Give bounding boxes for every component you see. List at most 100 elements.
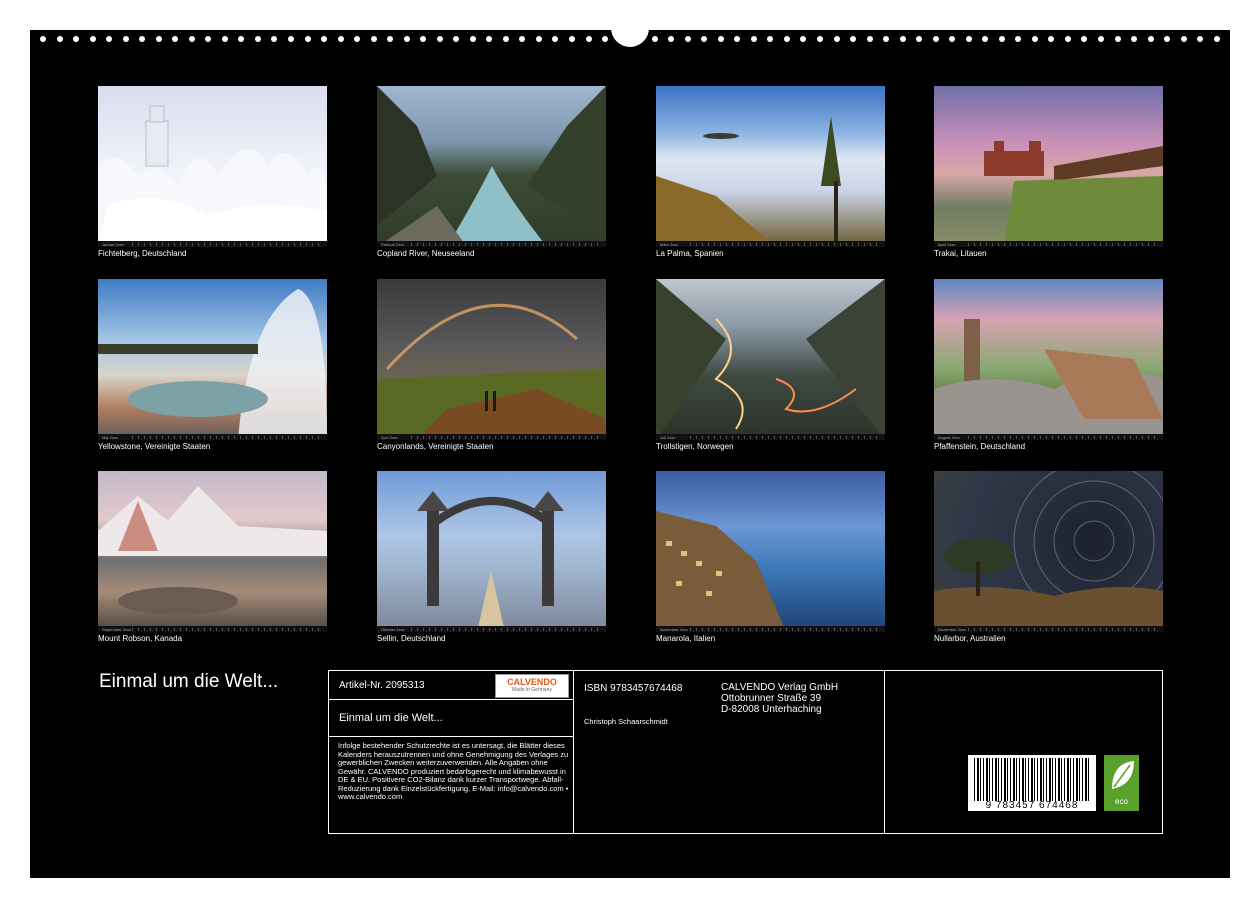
photo-pfaffenstein: August 2xxx	[934, 279, 1163, 440]
binding-hole	[420, 36, 427, 42]
binding-hole	[734, 36, 741, 42]
month-label: Dezember 2xxx	[938, 626, 966, 632]
info-box-middle: ISBN 9783457674468 Christoph Schaarschmi…	[573, 670, 885, 834]
binding-hole	[486, 36, 493, 42]
binding-hole	[932, 36, 939, 42]
binding-hole	[701, 36, 708, 42]
binding-hole	[271, 36, 278, 42]
binding-hole	[370, 36, 377, 42]
month-tile-october: Oktober 2xxx Sellin, Deutschland	[377, 471, 607, 643]
binding-hole	[1164, 36, 1171, 42]
photo-caption: Yellowstone, Vereinigte Staaten	[98, 442, 211, 451]
binding-hole	[519, 36, 526, 42]
photo-sellin: Oktober 2xxx	[377, 471, 606, 632]
publisher-street: Ottobrunner Straße 39	[721, 693, 822, 704]
binding-hole	[387, 36, 394, 42]
binding-hole	[668, 36, 675, 42]
binding-hole	[1031, 36, 1038, 42]
binding-hole	[337, 36, 344, 42]
binding-hole	[73, 36, 80, 42]
binding-hole	[535, 36, 542, 42]
month-tile-june: Juni 2xxx Canyonlands, Vereinigte Staate…	[377, 279, 607, 451]
photo-caption: Nullarbor, Australien	[934, 634, 1006, 643]
month-label: Mai 2xxx	[102, 434, 118, 440]
binding-hole	[1180, 36, 1187, 42]
binding-hole	[453, 36, 460, 42]
binding-hole	[750, 36, 757, 42]
binding-hole	[304, 36, 311, 42]
binding-hole	[800, 36, 807, 42]
photo-caption: Fichtelberg, Deutschland	[98, 249, 187, 258]
photo-mount-robson: September 2xxx	[98, 471, 327, 632]
photo-trakai: April 2xxx	[934, 86, 1163, 247]
month-label: März 2xxx	[660, 241, 679, 247]
eco-label: eco	[1115, 797, 1128, 806]
month-tile-january: Januar 2xxx Fichtelberg, Deutschland	[98, 86, 328, 258]
photo-caption: Copland River, Neuseeland	[377, 249, 475, 258]
photo-caption: Manarola, Italien	[656, 634, 716, 643]
month-tile-february: Februar 2xxx Copland River, Neuseeland	[377, 86, 607, 258]
calvendo-logo-sub: Made in Germany	[512, 687, 552, 693]
barcode: 9 783457 674468	[968, 755, 1096, 811]
month-label: Oktober 2xxx	[381, 626, 405, 632]
calendar-subtitle: Einmal um die Welt...	[339, 712, 443, 724]
photo-copland-river: Februar 2xxx	[377, 86, 606, 247]
binding-hole	[1015, 36, 1022, 42]
barcode-number: 9 783457 674468	[985, 800, 1079, 811]
binding-hole	[1197, 36, 1204, 42]
photo-la-palma: März 2xxx	[656, 86, 885, 247]
month-tile-december: Dezember 2xxx Nullarbor, Australien	[934, 471, 1164, 643]
eco-badge: eco	[1104, 755, 1139, 811]
calvendo-logo: CALVENDO Made in Germany	[495, 674, 569, 698]
binding-hole	[717, 36, 724, 42]
binding-hole	[866, 36, 873, 42]
photo-caption: La Palma, Spanien	[656, 249, 724, 258]
binding-hole	[403, 36, 410, 42]
photo-caption: Canyonlands, Vereinigte Staaten	[377, 442, 494, 451]
month-label: Februar 2xxx	[381, 241, 405, 247]
binding-hole	[287, 36, 294, 42]
month-label: August 2xxx	[938, 434, 960, 440]
binding-hole	[816, 36, 823, 42]
binding-hole	[916, 36, 923, 42]
binding-hole	[354, 36, 361, 42]
binding-hole	[569, 36, 575, 42]
month-tile-may: Mai 2xxx Yellowstone, Vereinigte Staaten	[98, 279, 328, 451]
binding-hole	[139, 36, 146, 42]
binding-hole	[651, 36, 658, 42]
binding-hole	[106, 36, 113, 42]
binding-hole	[155, 36, 162, 42]
month-tile-august: August 2xxx Pfaffenstein, Deutschland	[934, 279, 1164, 451]
photo-trollstigen: Juli 2xxx	[656, 279, 885, 440]
subtitle-box: Einmal um die Welt...	[328, 699, 574, 737]
photo-manarola: November 2xxx	[656, 471, 885, 632]
photo-fichtelberg: Januar 2xxx	[98, 86, 327, 247]
binding-hole	[1098, 36, 1104, 42]
photo-caption: Trakai, Litauen	[934, 249, 987, 258]
binding-hole	[899, 36, 906, 42]
photo-nullarbor: Dezember 2xxx	[934, 471, 1163, 632]
binding-hole	[469, 36, 476, 42]
photo-caption: Sellin, Deutschland	[377, 634, 446, 643]
publisher-name: CALVENDO Verlag GmbH	[721, 682, 839, 693]
photo-caption: Mount Robson, Kanada	[98, 634, 183, 643]
binding-hole	[1064, 36, 1071, 42]
leaf-icon	[1112, 761, 1134, 789]
binding-hole	[1048, 36, 1055, 42]
binding-hole	[684, 36, 691, 42]
photo-caption: Trollstigen, Norwegen	[656, 442, 734, 451]
binding-hole	[965, 36, 972, 42]
month-tile-november: November 2xxx Manarola, Italien	[656, 471, 886, 643]
binding-hole	[188, 36, 195, 42]
month-tile-september: September 2xxx Mount Robson, Kanada	[98, 471, 328, 643]
binding-hole	[998, 36, 1005, 42]
month-tile-march: März 2xxx La Palma, Spanien	[656, 86, 886, 258]
binding-hole	[949, 36, 956, 42]
publisher-city: D-82008 Unterhaching	[721, 704, 822, 715]
binding-hole	[1131, 36, 1138, 42]
month-label: Juni 2xxx	[381, 434, 398, 440]
month-tile-april: April 2xxx Trakai, Litauen	[934, 86, 1164, 258]
hanger-cutout	[611, 28, 649, 47]
binding-hole	[982, 36, 989, 42]
publisher-address: CALVENDO Verlag GmbH Ottobrunner Straße …	[721, 682, 838, 715]
